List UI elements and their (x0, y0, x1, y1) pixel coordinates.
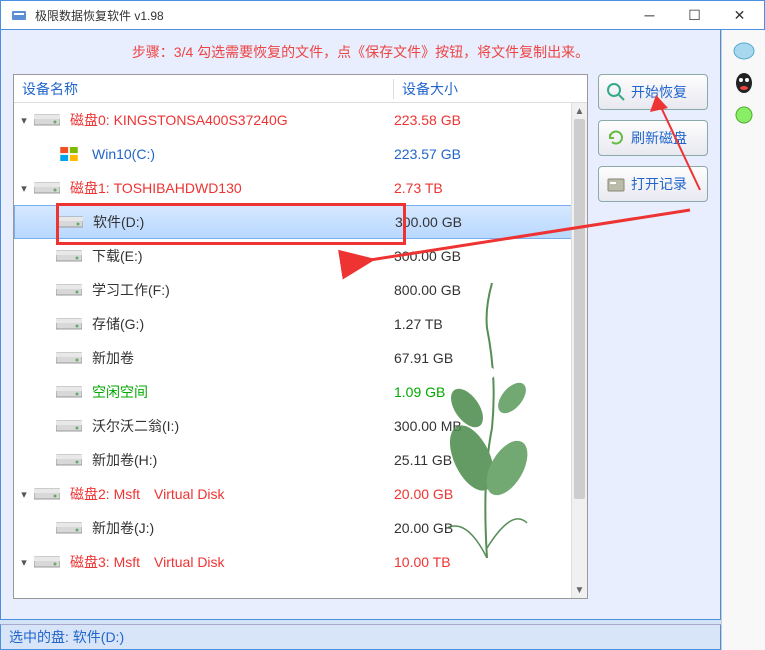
scroll-up-icon[interactable]: ▲ (572, 103, 587, 119)
disk-icon (56, 520, 84, 536)
action-button-panel: 开始恢复 刷新磁盘 打开记录 (598, 74, 708, 599)
row-label: 沃尔沃二翁(I:) (92, 416, 394, 436)
status-text: 选中的盘: 软件(D:) (9, 627, 124, 647)
expand-toggle-icon[interactable]: ▾ (14, 556, 34, 569)
disk-icon (56, 384, 84, 400)
row-label: 磁盘1: TOSHIBAHDWD130 (70, 178, 394, 198)
row-size: 223.57 GB (394, 146, 544, 162)
disk-icon (34, 486, 62, 502)
row-label: 下载(E:) (92, 246, 394, 266)
tree-header: 设备名称 设备大小 (14, 75, 587, 103)
scroll-down-icon[interactable]: ▼ (572, 582, 587, 598)
start-recovery-label: 开始恢复 (631, 82, 687, 102)
row-size: 2.73 TB (394, 180, 544, 196)
row-size: 1.09 GB (394, 384, 544, 400)
row-size: 10.00 TB (394, 554, 544, 570)
vertical-scrollbar[interactable]: ▲ ▼ (571, 103, 587, 598)
disk-icon (56, 248, 84, 264)
row-size: 20.00 GB (394, 486, 544, 502)
disk-icon (56, 316, 84, 332)
row-label: 新加卷(J:) (92, 518, 394, 538)
column-header-size[interactable]: 设备大小 (394, 79, 587, 99)
row-size: 25.11 GB (394, 452, 544, 468)
title-bar: 极限数据恢复软件 v1.98 ─ ☐ ✕ (0, 0, 765, 30)
row-size: 223.58 GB (394, 112, 544, 128)
expand-toggle-icon[interactable]: ▾ (14, 182, 34, 195)
app-icon (9, 5, 29, 25)
refresh-icon (605, 127, 627, 149)
tree-row[interactable]: ▾ 磁盘1: TOSHIBAHDWD1302.73 TB (14, 171, 587, 205)
search-icon (605, 81, 627, 103)
refresh-disk-button[interactable]: 刷新磁盘 (598, 120, 708, 156)
side-tray (721, 30, 765, 650)
tree-row[interactable]: 空闲空间1.09 GB (14, 375, 587, 409)
tree-row[interactable]: ▾ 磁盘2: Msft Virtual Disk20.00 GB (14, 477, 587, 511)
open-log-label: 打开记录 (631, 174, 687, 194)
row-size: 300.00 GB (395, 214, 545, 230)
tree-row[interactable]: Win10(C:)223.57 GB (14, 137, 587, 171)
tray-qq-icon[interactable] (724, 68, 764, 98)
row-size: 67.91 GB (394, 350, 544, 366)
disk-icon (56, 350, 84, 366)
row-size: 20.00 GB (394, 520, 544, 536)
refresh-disk-label: 刷新磁盘 (631, 128, 687, 148)
disk-icon (34, 112, 62, 128)
row-label: 空闲空间 (92, 382, 394, 402)
scroll-thumb[interactable] (574, 119, 585, 499)
disk-icon (57, 214, 85, 230)
disk-icon (56, 282, 84, 298)
status-bar: 选中的盘: 软件(D:) (0, 624, 721, 650)
row-size: 1.27 TB (394, 316, 544, 332)
row-label: 磁盘3: Msft Virtual Disk (70, 552, 394, 572)
disk-icon (56, 418, 84, 434)
tree-row[interactable]: 新加卷(H:)25.11 GB (14, 443, 587, 477)
tree-row[interactable]: 存储(G:)1.27 TB (14, 307, 587, 341)
row-size: 300.00 MB (394, 418, 544, 434)
row-label: 新加卷 (92, 348, 394, 368)
minimize-button[interactable]: ─ (627, 1, 672, 29)
tree-row[interactable]: 新加卷(J:)20.00 GB (14, 511, 587, 545)
tree-body: ▾ 磁盘0: KINGSTONSA400S37240G223.58 GB Win10… (14, 103, 587, 598)
row-label: 存储(G:) (92, 314, 394, 334)
tree-row[interactable]: ▾ 磁盘3: Msft Virtual Disk10.00 TB (14, 545, 587, 579)
expand-toggle-icon[interactable]: ▾ (14, 114, 34, 127)
tree-row[interactable]: 学习工作(F:)800.00 GB (14, 273, 587, 307)
device-tree-panel: 设备名称 设备大小 ▾ 磁盘0: KINGSTONSA400S37240G223.… (13, 74, 588, 599)
disk-icon (56, 452, 84, 468)
tray-icon-3[interactable] (724, 100, 764, 130)
folder-icon (605, 173, 627, 195)
expand-toggle-icon[interactable]: ▾ (14, 488, 34, 501)
row-label: 磁盘2: Msft Virtual Disk (70, 484, 394, 504)
windows-icon (56, 146, 84, 162)
column-header-name[interactable]: 设备名称 (14, 79, 394, 99)
maximize-button[interactable]: ☐ (672, 1, 717, 29)
close-button[interactable]: ✕ (717, 1, 762, 29)
tree-row[interactable]: 软件(D:)300.00 GB (14, 205, 587, 239)
tray-icon-1[interactable] (724, 36, 764, 66)
row-label: 学习工作(F:) (92, 280, 394, 300)
window-body: 步骤：3/4 勾选需要恢复的文件，点《保存文件》按钮，将文件复制出来。 设备名称… (0, 30, 721, 620)
tree-row[interactable]: 沃尔沃二翁(I:)300.00 MB (14, 409, 587, 443)
open-log-button[interactable]: 打开记录 (598, 166, 708, 202)
disk-icon (34, 180, 62, 196)
instruction-text: 步骤：3/4 勾选需要恢复的文件，点《保存文件》按钮，将文件复制出来。 (13, 42, 708, 62)
tree-row[interactable]: 下载(E:)300.00 GB (14, 239, 587, 273)
disk-icon (34, 554, 62, 570)
row-label: Win10(C:) (92, 146, 394, 162)
window-title: 极限数据恢复软件 v1.98 (35, 7, 627, 24)
tree-row[interactable]: ▾ 磁盘0: KINGSTONSA400S37240G223.58 GB (14, 103, 587, 137)
tree-row[interactable]: 新加卷67.91 GB (14, 341, 587, 375)
row-label: 软件(D:) (93, 212, 395, 232)
row-label: 新加卷(H:) (92, 450, 394, 470)
row-size: 800.00 GB (394, 282, 544, 298)
row-size: 300.00 GB (394, 248, 544, 264)
start-recovery-button[interactable]: 开始恢复 (598, 74, 708, 110)
row-label: 磁盘0: KINGSTONSA400S37240G (70, 110, 394, 130)
